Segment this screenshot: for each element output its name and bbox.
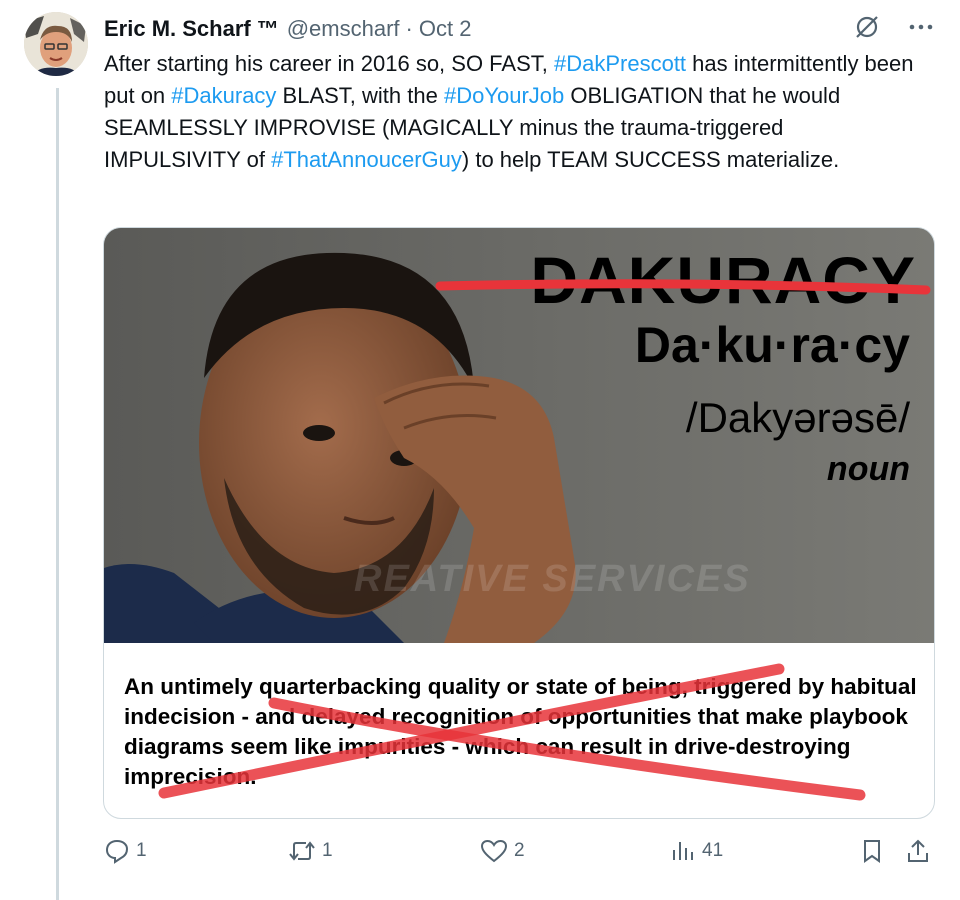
tweet-text-segment: BLAST, with the <box>276 83 444 108</box>
header-actions <box>854 14 934 40</box>
tweet-body-text: After starting his career in 2016 so, SO… <box>104 48 924 176</box>
syllabified-word: Da·ku·ra·cy <box>634 317 910 373</box>
author-handle[interactable]: @emscharf <box>287 16 400 42</box>
hashtag-link[interactable]: #DakPrescott <box>554 51 686 76</box>
author-avatar[interactable] <box>24 12 88 76</box>
more-options-icon[interactable] <box>908 14 934 40</box>
tweet-text-segment: ) to help TEAM SUCCESS materialize. <box>461 147 840 172</box>
headword-strike-line <box>435 279 931 295</box>
thread-connector-line <box>56 88 59 900</box>
retweet-count: 1 <box>322 840 333 861</box>
trademark-symbol: ™ <box>256 16 279 41</box>
retweet-button[interactable]: 1 <box>288 838 333 864</box>
hashtag-link[interactable]: #DoYourJob <box>444 83 564 108</box>
hashtag-link[interactable]: #Dakuracy <box>171 83 276 108</box>
tweet-text-segment: After starting his career in 2016 so, SO… <box>104 51 554 76</box>
bookmark-icon <box>860 838 884 864</box>
dak-prescott-photo: DAKURACY Da·ku·ra·cy /Dakyərəsē/ noun RE… <box>104 228 934 643</box>
share-button[interactable] <box>906 838 930 864</box>
definition-cross-out <box>158 663 866 801</box>
author-name[interactable]: Eric M. Scharf <box>104 16 251 42</box>
analytics-icon <box>670 838 696 864</box>
tweet-header: Eric M. Scharf ™ @emscharf · Oct 2 <box>104 14 940 44</box>
tweet-media-card[interactable]: DAKURACY Da·ku·ra·cy /Dakyərəsē/ noun RE… <box>103 227 935 819</box>
share-icon <box>906 838 930 864</box>
reply-button[interactable]: 1 <box>104 838 147 864</box>
views-button[interactable]: 41 <box>670 838 723 864</box>
like-button[interactable]: 2 <box>480 838 525 864</box>
part-of-speech: noun <box>826 450 910 488</box>
like-count: 2 <box>514 840 525 861</box>
grok-icon[interactable] <box>854 14 880 40</box>
tweet-date[interactable]: Oct 2 <box>419 16 472 42</box>
reply-icon <box>104 838 130 864</box>
header-separator: · <box>405 16 413 41</box>
reply-count: 1 <box>136 840 147 861</box>
hashtag-link[interactable]: #ThatAnnoucerGuy <box>271 147 462 172</box>
watermark: REATIVE SERVICES <box>354 558 751 600</box>
views-count: 41 <box>702 840 724 861</box>
bookmark-button[interactable] <box>860 838 884 864</box>
heart-icon <box>480 838 508 864</box>
pronunciation: /Dakyərəsē/ <box>685 394 910 441</box>
tweet-action-bar: 1 1 2 41 <box>104 838 934 870</box>
retweet-icon <box>288 838 316 864</box>
